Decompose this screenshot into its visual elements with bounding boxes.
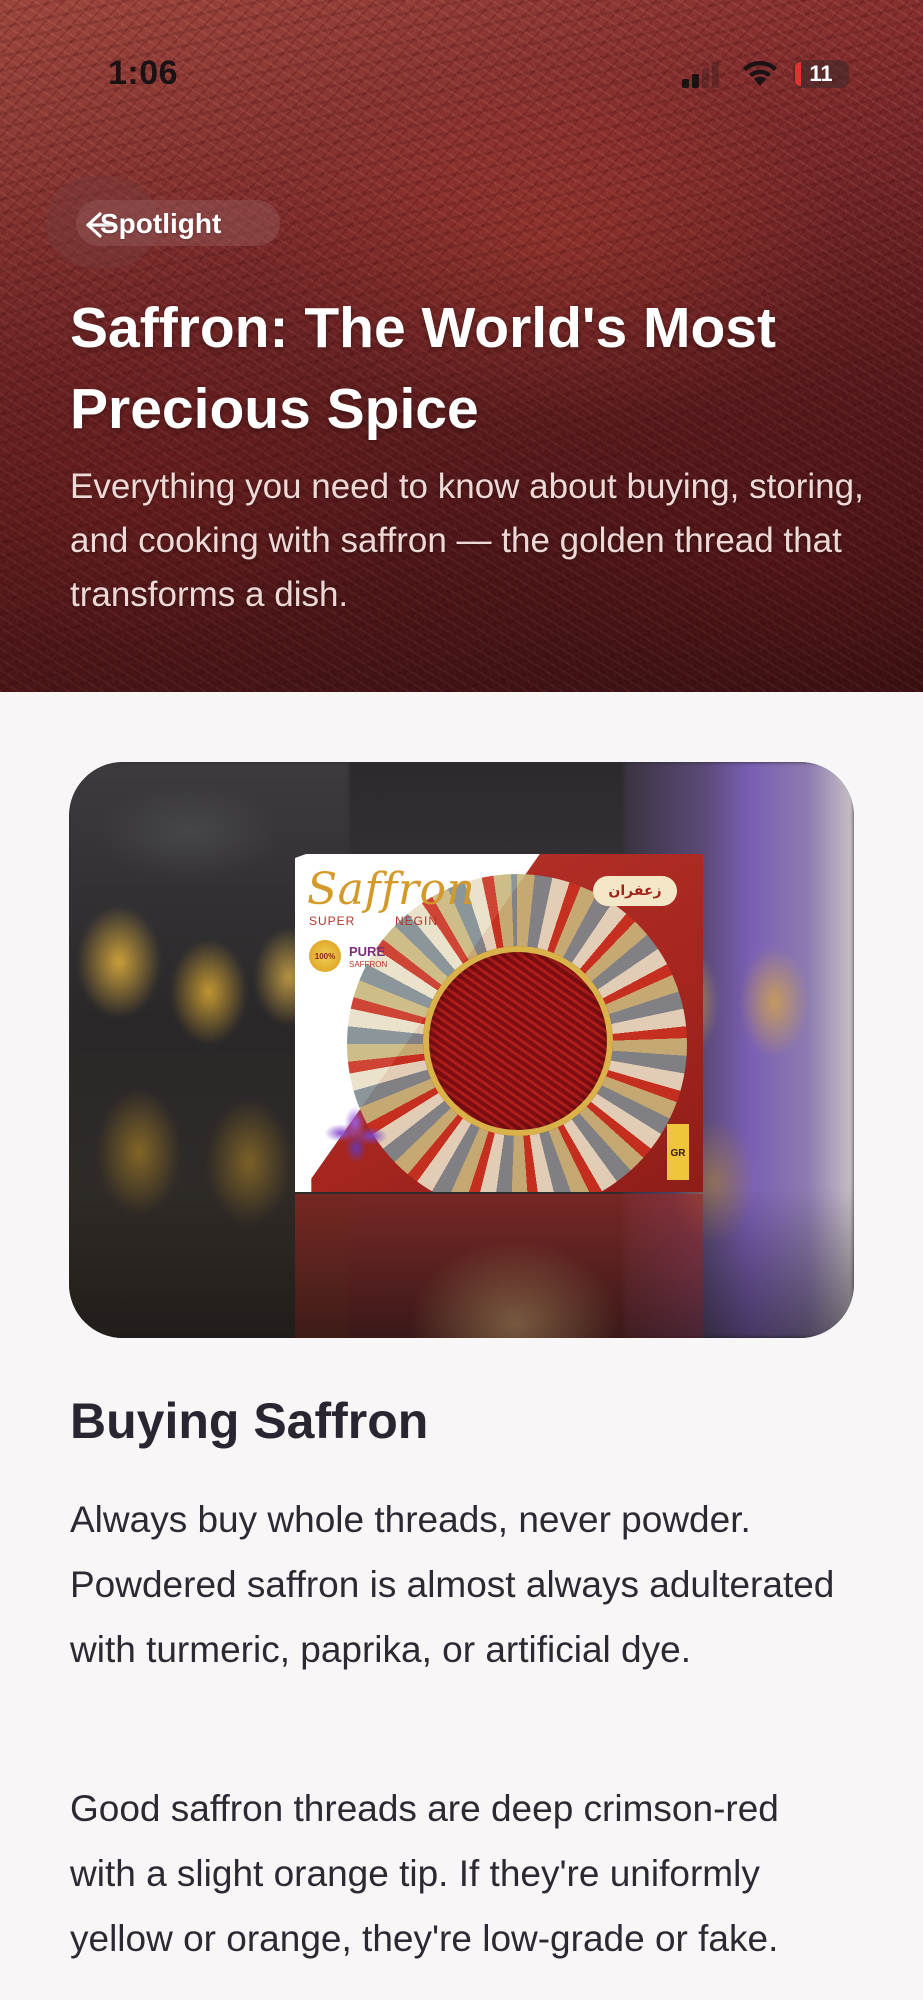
saffron-product-image: Saffron SUPER NEGIN 100% PURE SAFFRON زع… xyxy=(69,762,854,1338)
article-title: Saffron: The World's Most Precious Spice xyxy=(70,296,776,441)
back-button[interactable]: Spotlight xyxy=(46,176,280,268)
article-screen: 1:06 11 Spotlight Saffron: The World's M… xyxy=(0,0,923,2000)
cellular-signal-icon xyxy=(682,60,719,88)
article-subtitle: Everything you need to know about buying… xyxy=(70,467,864,614)
purity-badge: 100% xyxy=(309,940,341,972)
hero-banner: 1:06 11 Spotlight Saffron: The World's M… xyxy=(0,0,923,692)
battery-level: 11 xyxy=(809,61,833,86)
paragraph: Always buy whole threads, never powder. … xyxy=(70,1499,835,1670)
crocus-flower-illustration xyxy=(311,1098,399,1168)
box-arabic-label: زعفران xyxy=(593,876,677,906)
status-bar: 1:06 11 xyxy=(0,0,923,150)
paragraph: Good saffron threads are deep crimson-re… xyxy=(70,1788,779,1959)
box-weight-tag: GR xyxy=(667,1124,689,1180)
box-brand-logo: Saffron xyxy=(307,864,476,915)
status-time: 1:06 xyxy=(108,54,179,92)
section-heading: Buying Saffron xyxy=(70,1393,429,1449)
battery-icon: 11 xyxy=(793,60,849,88)
back-button-label: Spotlight xyxy=(100,208,222,239)
saffron-box: Saffron SUPER NEGIN 100% PURE SAFFRON زع… xyxy=(295,854,703,1192)
wifi-icon xyxy=(743,60,777,86)
saffron-threads-window xyxy=(423,946,613,1136)
